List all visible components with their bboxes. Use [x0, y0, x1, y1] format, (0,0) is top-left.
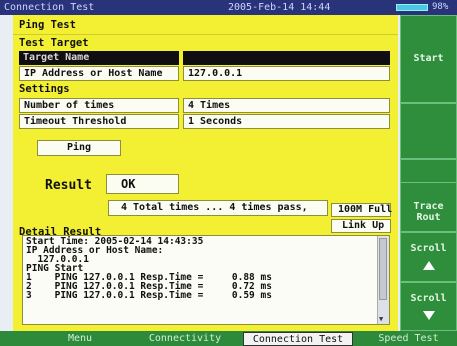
tab-menu[interactable]: Menu	[30, 332, 130, 346]
ip-address-label: IP Address or Host Name	[19, 66, 179, 81]
scroll-down-label: Scroll	[410, 293, 447, 304]
empty-side-button[interactable]	[400, 103, 457, 159]
battery-icon	[396, 4, 428, 11]
target-name-label: Target Name	[19, 51, 179, 65]
tab-speed-test[interactable]: Speed Test	[360, 332, 457, 346]
device-screen: Connection Test 2005-Feb-14 14:44 98% Pi…	[0, 0, 457, 346]
detail-lines: Start Time: 2005-02-14 14:43:35 IP Addre…	[26, 237, 272, 301]
result-value: OK	[106, 174, 179, 194]
timeout-threshold-label: Timeout Threshold	[19, 114, 179, 129]
divider	[13, 34, 398, 35]
result-label: Result	[45, 178, 92, 193]
scroll-up-label: Scroll	[410, 243, 447, 254]
test-target-heading: Test Target	[19, 37, 89, 49]
window-title: Connection Test	[4, 2, 95, 13]
datetime: 2005-Feb-14 14:44	[228, 2, 331, 13]
title-bar: Connection Test 2005-Feb-14 14:44 98%	[0, 0, 457, 15]
ip-address-field[interactable]: 127.0.0.1	[183, 66, 390, 81]
detail-scrollbar[interactable]: ▼	[377, 236, 389, 324]
up-triangle-icon	[401, 261, 456, 270]
ping-test-panel: Ping Test Test Target Target Name IP Add…	[13, 15, 398, 331]
trace-route-button[interactable]: Trace Rout	[400, 182, 457, 232]
log-line: 3 PING 127.0.0.1 Resp.Time = 0.59 ms	[26, 290, 272, 301]
ping-button[interactable]: Ping	[37, 140, 121, 156]
bottom-tab-bar: Menu Connectivity Connection Test Speed …	[0, 331, 457, 346]
scroll-down-button[interactable]: Scroll	[400, 282, 457, 331]
target-name-field[interactable]	[183, 51, 390, 65]
start-button-label: Start	[413, 53, 444, 64]
start-button[interactable]: Start	[400, 15, 457, 103]
result-summary: 4 Total times ... 4 times pass,	[108, 200, 328, 216]
tab-connectivity[interactable]: Connectivity	[135, 332, 235, 346]
link-status-badge: Link Up	[331, 219, 391, 233]
detail-result-log[interactable]: Start Time: 2005-02-14 14:43:35 IP Addre…	[22, 235, 390, 325]
link-speed-badge: 100M Full	[331, 203, 392, 217]
panel-title: Ping Test	[19, 19, 76, 31]
tab-connection-test[interactable]: Connection Test	[243, 332, 353, 346]
trace-route-label: Trace Rout	[413, 201, 444, 223]
battery-percent: 98%	[432, 2, 449, 12]
scroll-up-button[interactable]: Scroll	[400, 232, 457, 282]
scrollbar-thumb[interactable]	[379, 238, 387, 300]
settings-heading: Settings	[19, 83, 70, 95]
down-triangle-icon	[401, 311, 456, 320]
number-of-times-label: Number of times	[19, 98, 179, 113]
scroll-down-arrow-icon[interactable]: ▼	[379, 315, 383, 323]
number-of-times-field[interactable]: 4 Times	[183, 98, 390, 113]
timeout-threshold-field[interactable]: 1 Seconds	[183, 114, 390, 129]
